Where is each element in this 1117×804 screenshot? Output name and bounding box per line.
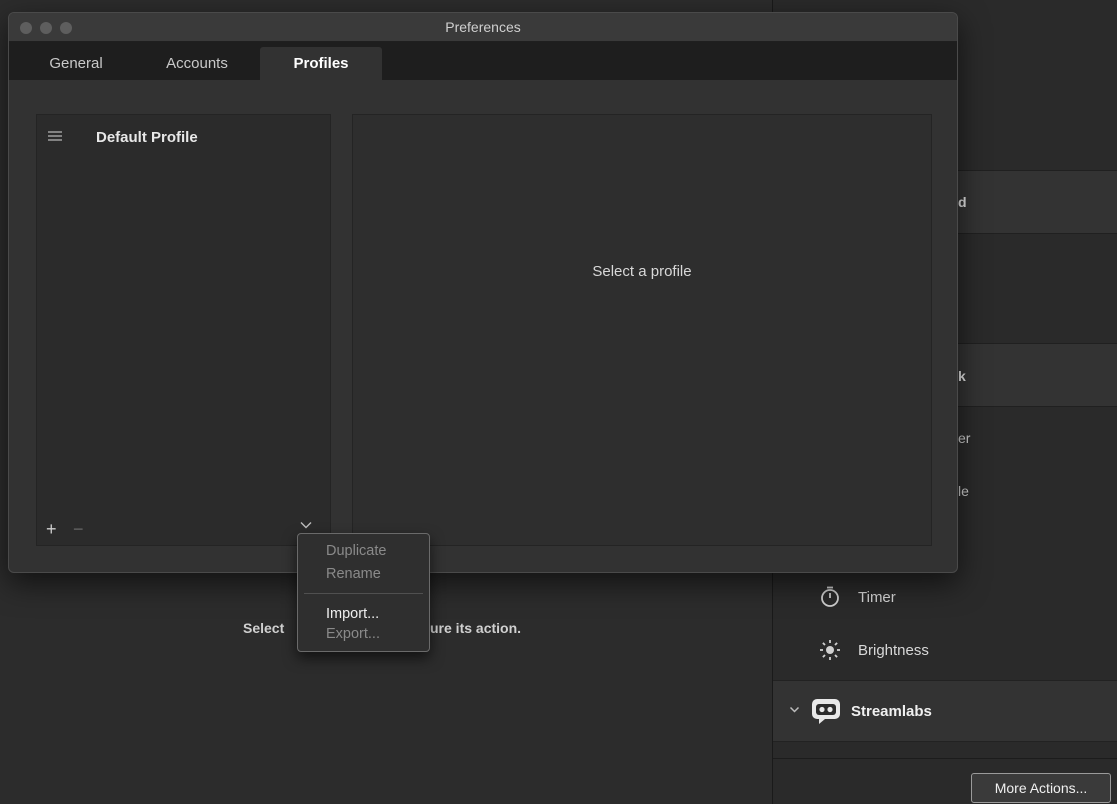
- background-hint-right: ure its action.: [430, 620, 522, 636]
- brightness-icon: [818, 638, 842, 662]
- streamlabs-icon: [809, 696, 843, 726]
- select-profile-placeholder: Select a profile: [592, 263, 692, 280]
- preferences-window: Preferences General Accounts Profiles De…: [8, 12, 958, 573]
- plugin-group-label: Streamlabs: [851, 702, 932, 720]
- sidebar-fragment: le: [958, 483, 969, 499]
- menu-item-rename[interactable]: Rename: [326, 565, 381, 583]
- profile-detail-pane: Select a profile: [352, 114, 932, 546]
- tab-accounts[interactable]: Accounts: [147, 47, 247, 80]
- chevron-down-icon[interactable]: [789, 704, 801, 718]
- add-profile-button[interactable]: +: [46, 519, 57, 539]
- list-item[interactable]: Default Profile: [37, 125, 330, 149]
- remove-profile-button[interactable]: −: [73, 519, 84, 539]
- menu-item-duplicate[interactable]: Duplicate: [326, 542, 386, 560]
- drag-handle-icon[interactable]: [48, 128, 62, 146]
- action-brightness[interactable]: Brightness: [818, 638, 929, 662]
- background-hint-left: Select: [243, 620, 285, 636]
- tab-bar: General Accounts Profiles: [9, 42, 957, 80]
- sidebar-fragment: d: [958, 194, 967, 210]
- profile-list-footer: + −: [37, 515, 330, 545]
- tab-profiles[interactable]: Profiles: [260, 47, 382, 80]
- action-timer[interactable]: Timer: [818, 585, 896, 609]
- title-bar[interactable]: Preferences: [9, 13, 957, 42]
- chevron-down-icon[interactable]: [299, 518, 313, 532]
- window-title: Preferences: [445, 19, 521, 35]
- more-actions-button[interactable]: More Actions...: [971, 773, 1111, 803]
- menu-separator: [304, 593, 423, 594]
- timer-icon: [818, 585, 842, 609]
- menu-item-import[interactable]: Import...: [326, 605, 379, 623]
- sidebar-fragment: k: [958, 368, 966, 384]
- tab-general[interactable]: General: [31, 47, 121, 80]
- menu-item-export[interactable]: Export...: [326, 625, 380, 643]
- sidebar-bottom-bar: More Actions...: [773, 758, 1117, 804]
- profile-context-menu: Duplicate Rename Import... Export...: [297, 533, 430, 652]
- action-label: Brightness: [858, 641, 929, 659]
- profile-list: Default Profile + −: [36, 114, 331, 546]
- profile-name: Default Profile: [96, 128, 198, 146]
- sidebar-fragment: er: [958, 430, 971, 446]
- action-label: Timer: [858, 588, 896, 606]
- plugin-group-streamlabs[interactable]: Streamlabs: [773, 680, 1117, 742]
